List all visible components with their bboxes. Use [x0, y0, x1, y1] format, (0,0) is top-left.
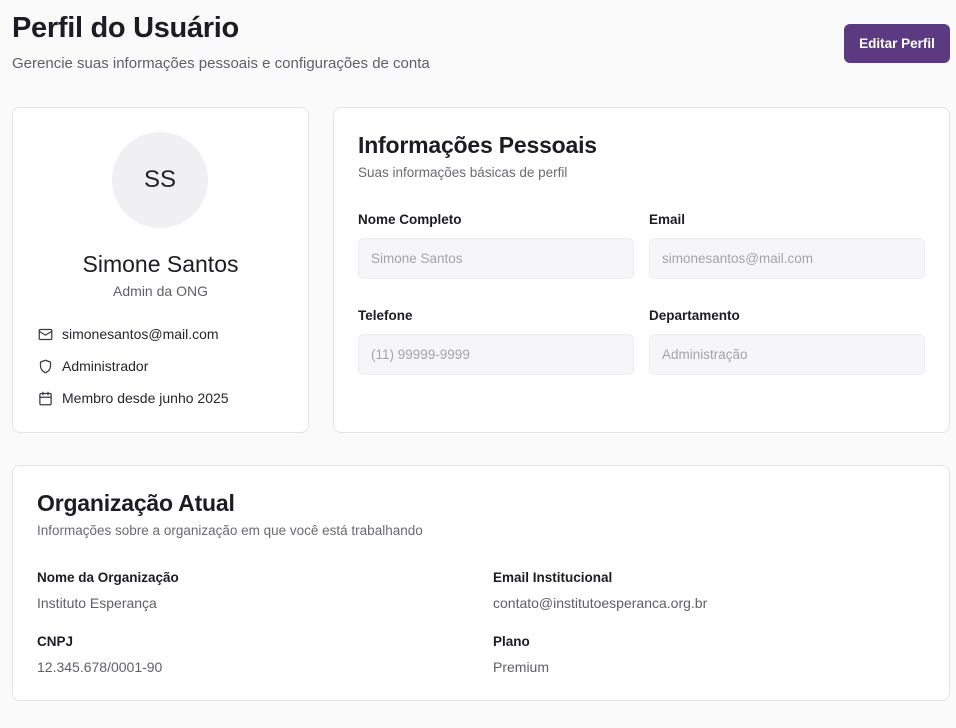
org-name-value: Instituto Esperança	[37, 595, 157, 611]
profile-summary-card: SS Simone Santos Admin da ONG simonesant…	[12, 107, 309, 433]
full-name-label: Nome Completo	[358, 212, 462, 227]
department-label: Departamento	[649, 308, 740, 323]
shield-icon	[38, 359, 53, 374]
profile-member-since: Membro desde junho 2025	[62, 390, 229, 406]
org-plan-label: Plano	[493, 634, 530, 649]
org-name-label: Nome da Organização	[37, 570, 179, 585]
profile-name: Simone Santos	[82, 251, 239, 277]
mail-icon	[38, 327, 53, 342]
org-cnpj-value: 12.345.678/0001-90	[37, 659, 163, 675]
phone-input[interactable]	[358, 334, 634, 375]
personal-info-subtitle: Suas informações básicas de perfil	[358, 165, 568, 180]
org-email-label: Email Institucional	[493, 570, 613, 585]
organization-title: Organização Atual	[37, 490, 235, 516]
profile-page: Perfil do Usuário Gerencie suas informaç…	[0, 0, 956, 728]
profile-access-level: Administrador	[62, 358, 149, 374]
page-subtitle: Gerencie suas informações pessoais e con…	[12, 55, 430, 72]
profile-member-since-row: Membro desde junho 2025	[38, 390, 229, 406]
personal-info-card: Informações Pessoais Suas informações bá…	[333, 107, 950, 433]
department-input[interactable]	[649, 334, 925, 375]
edit-profile-button[interactable]: Editar Perfil	[844, 24, 950, 63]
profile-role: Admin da ONG	[113, 283, 208, 299]
organization-card: Organização Atual Informações sobre a or…	[12, 465, 950, 701]
org-cnpj-label: CNPJ	[37, 634, 74, 649]
calendar-icon	[38, 391, 53, 406]
phone-label: Telefone	[358, 308, 413, 323]
avatar: SS	[112, 132, 208, 228]
personal-info-title: Informações Pessoais	[358, 132, 597, 158]
full-name-input[interactable]	[358, 238, 634, 279]
page-title: Perfil do Usuário	[12, 12, 239, 44]
org-email-value: contato@institutoesperanca.org.br	[493, 595, 708, 611]
profile-email: simonesantos@mail.com	[62, 326, 219, 342]
profile-role-row: Administrador	[38, 358, 148, 374]
organization-subtitle: Informações sobre a organização em que v…	[37, 523, 423, 538]
email-label: Email	[649, 212, 686, 227]
org-plan-value: Premium	[493, 659, 550, 675]
profile-email-row: simonesantos@mail.com	[38, 326, 219, 342]
email-input[interactable]	[649, 238, 925, 279]
